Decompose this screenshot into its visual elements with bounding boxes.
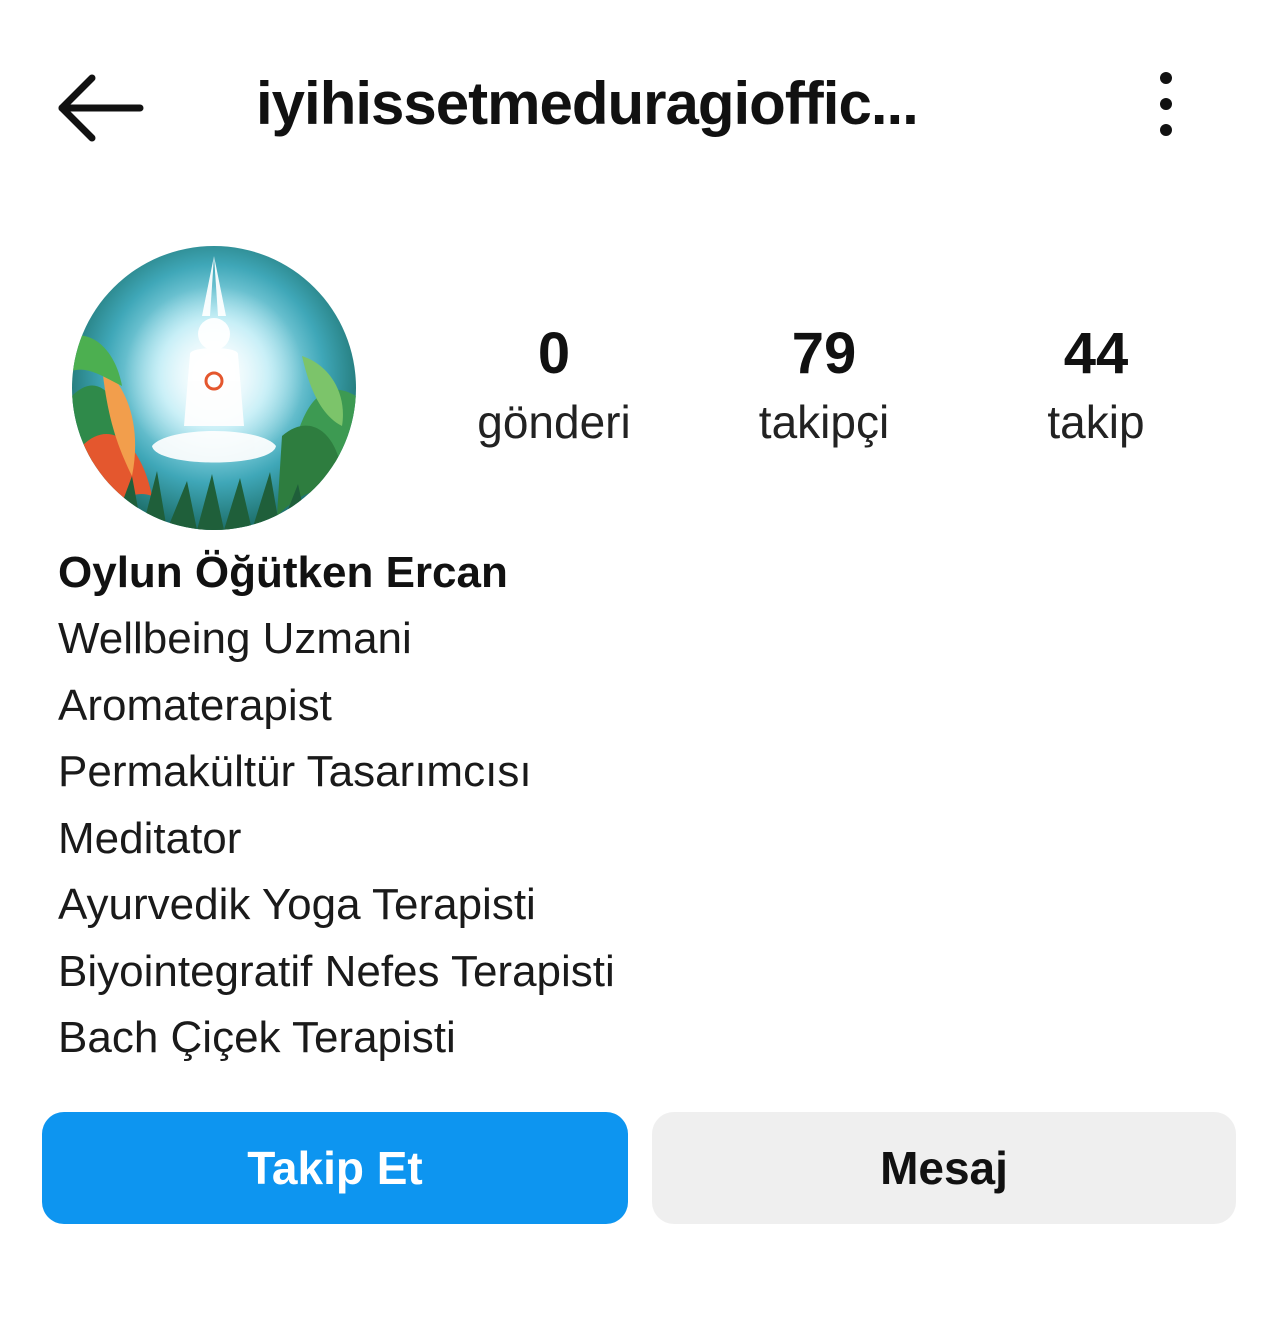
following-count-label: takip <box>1047 396 1145 448</box>
bio-line: Ayurvedik Yoga Terapisti <box>58 880 536 929</box>
profile-bio: Oylun Öğütken Ercan Wellbeing Uzmani Aro… <box>58 540 958 1072</box>
message-button[interactable]: Mesaj <box>652 1112 1236 1224</box>
arrow-left-icon <box>58 74 144 142</box>
posts-count-label: gönderi <box>477 396 631 448</box>
profile-avatar-meditation-image <box>72 246 356 530</box>
follow-button[interactable]: Takip Et <box>42 1112 628 1224</box>
bio-line: Permakültür Tasarımcısı <box>58 747 532 796</box>
bio-line: Aromaterapist <box>58 680 332 730</box>
followers-count-label: takipçi <box>758 396 890 448</box>
following-count-value: 44 <box>1063 321 1129 386</box>
bio-line: Bach Çiçek Terapisti <box>58 1013 456 1062</box>
posts-count-value: 0 <box>537 321 571 386</box>
profile-avatar[interactable] <box>72 246 356 530</box>
back-button[interactable] <box>52 68 148 148</box>
bio-line: Meditator <box>58 813 242 863</box>
following-count[interactable]: 44 takip <box>976 318 1216 454</box>
bio-line: Biyointegratif Nefes Terapisti <box>58 946 615 996</box>
followers-count-value: 79 <box>791 321 857 386</box>
posts-count: 0 gönderi <box>434 318 674 454</box>
more-options-button[interactable] <box>1136 66 1196 146</box>
followers-count[interactable]: 79 takipçi <box>704 318 944 454</box>
profile-full-name: Oylun Öğütken Ercan <box>58 548 508 597</box>
bio-line: Wellbeing Uzmani <box>58 614 412 663</box>
more-vertical-icon <box>1160 72 1172 136</box>
profile-username: iyihissetmeduragioffic... <box>256 70 919 137</box>
